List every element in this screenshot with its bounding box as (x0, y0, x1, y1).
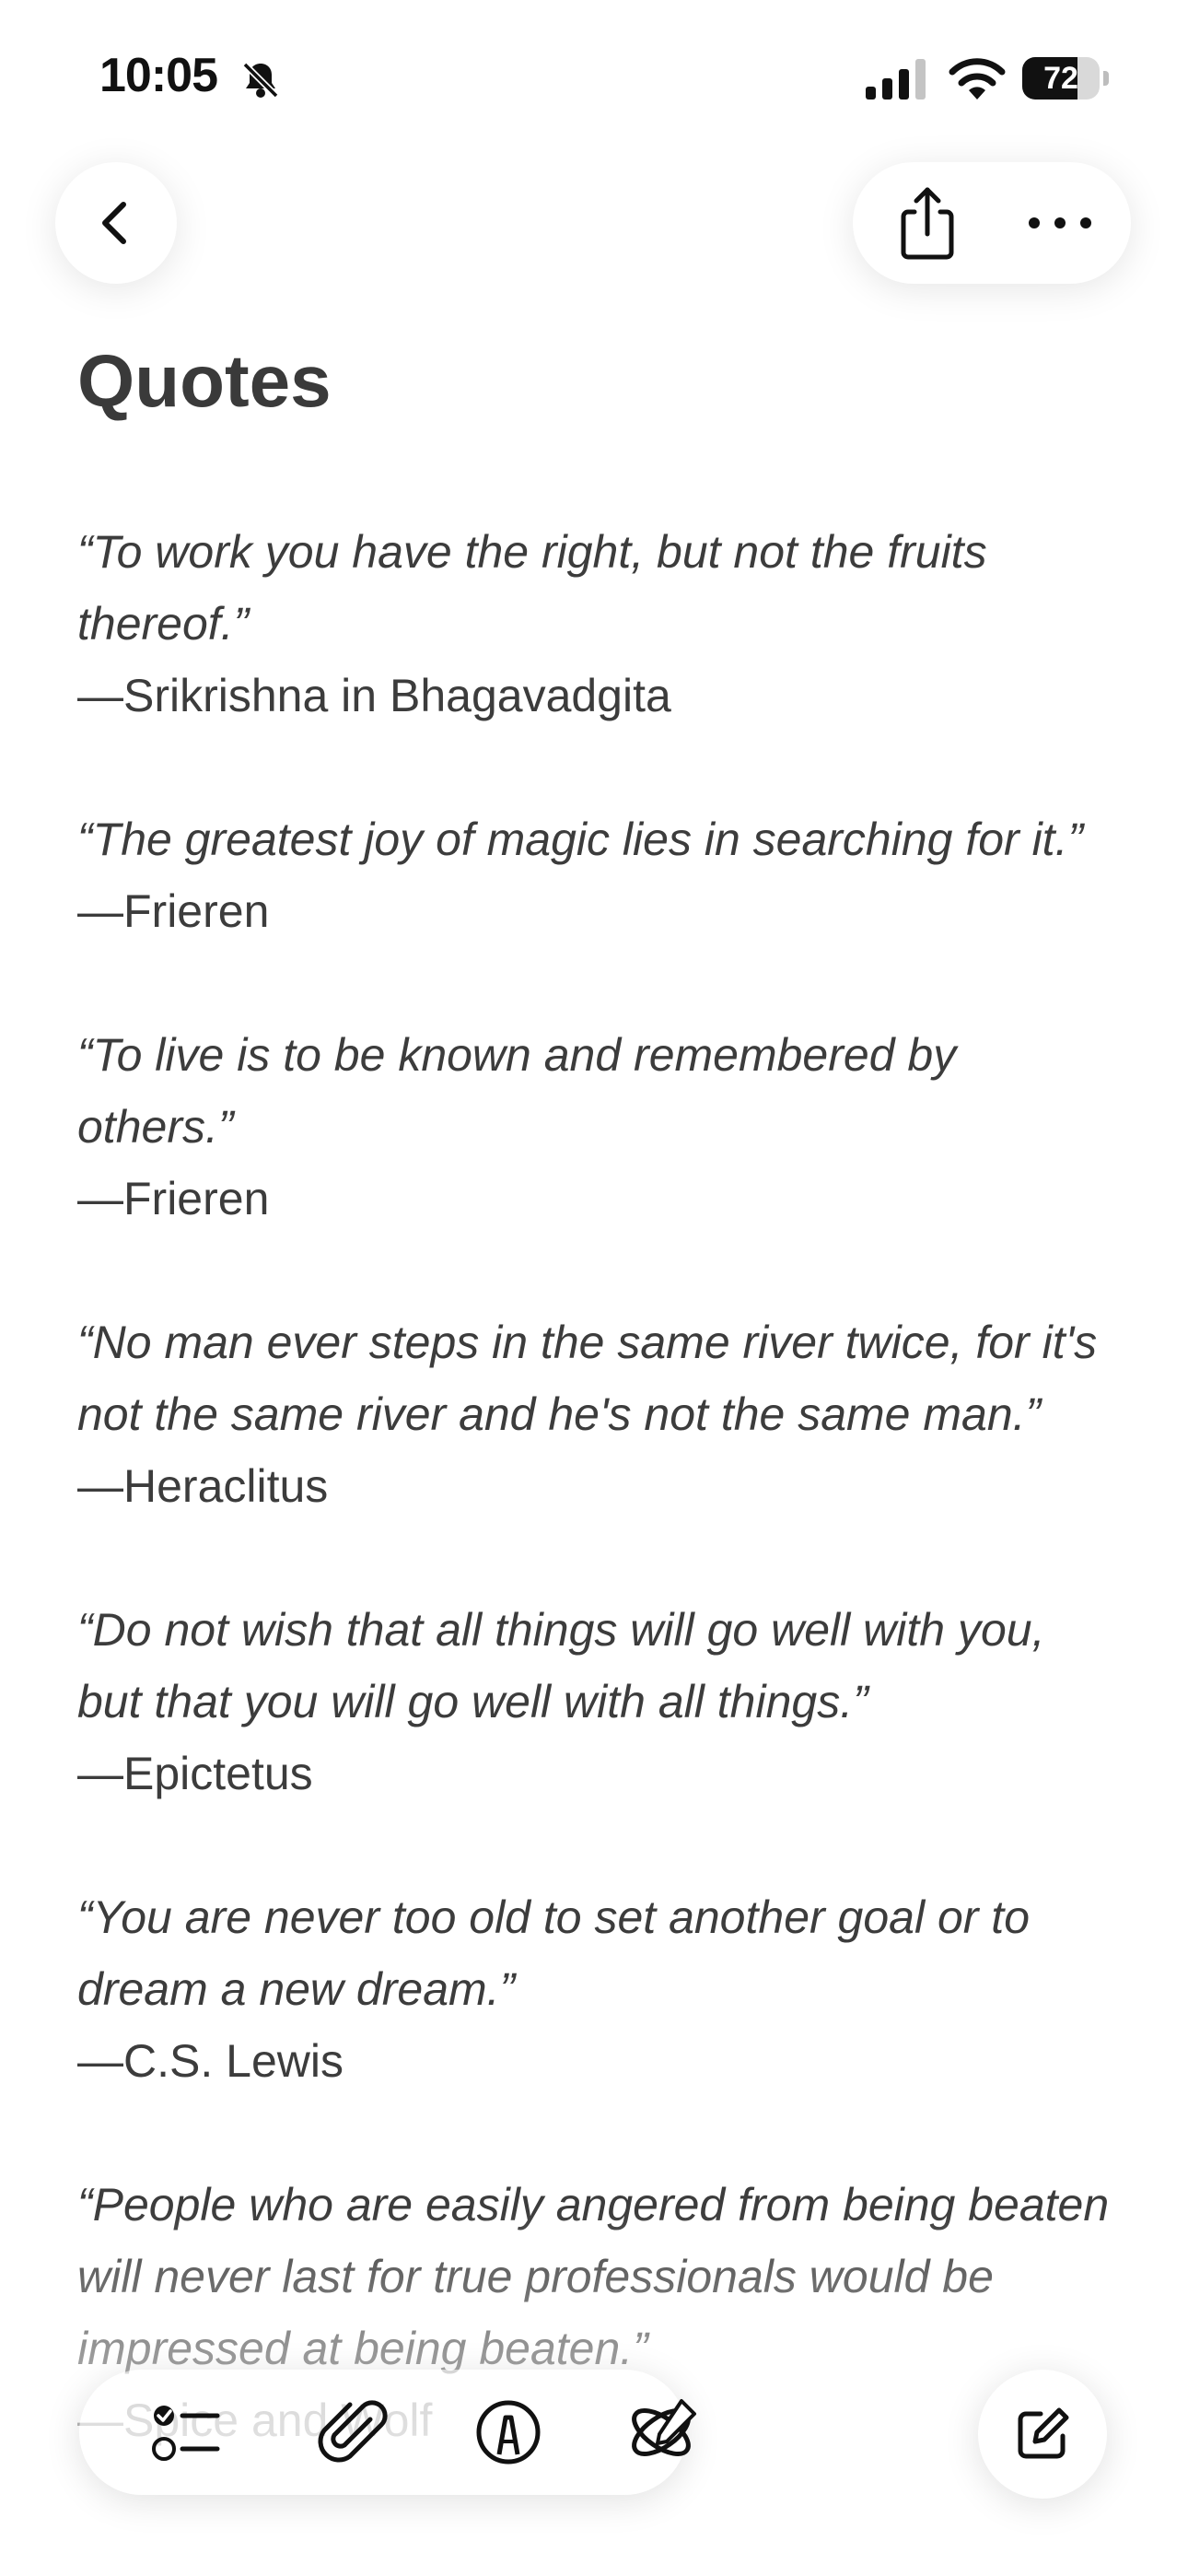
quote-item[interactable]: “To work you have the right, but not the… (77, 516, 1118, 732)
writing-tools-button[interactable] (617, 2388, 705, 2476)
battery-icon: 72 (1022, 57, 1109, 100)
quote-item[interactable]: “Do not wish that all things will go wel… (77, 1594, 1118, 1809)
compose-button[interactable] (978, 2370, 1107, 2499)
cellular-signal-icon (866, 59, 926, 100)
status-bar: 10:05 72 (0, 0, 1188, 157)
quote-item[interactable]: “The greatest joy of magic lies in searc… (77, 803, 1118, 947)
quote-text: “No man ever steps in the same river twi… (77, 1317, 1098, 1440)
quote-text: “The greatest joy of magic lies in searc… (77, 814, 1084, 865)
chevron-left-icon (102, 202, 126, 244)
share-button[interactable] (886, 181, 969, 265)
paperclip-icon (318, 2400, 388, 2463)
quote-item[interactable]: “You are never too old to set another go… (77, 1881, 1118, 2097)
battery-body: 72 (1022, 57, 1100, 100)
attachment-button[interactable] (309, 2388, 398, 2476)
quote-text: “To live is to be known and remembered b… (77, 1029, 957, 1153)
quote-text: “You are never too old to set another go… (77, 1891, 1031, 2015)
note-actions (853, 162, 1131, 284)
checklist-button[interactable] (142, 2388, 230, 2476)
battery-cap (1103, 71, 1109, 86)
quote-item[interactable]: “To live is to be known and remembered b… (77, 1019, 1118, 1235)
note-title[interactable]: Quotes (77, 335, 332, 427)
share-icon (901, 187, 954, 260)
quote-item[interactable]: “No man ever steps in the same river twi… (77, 1306, 1118, 1522)
quote-text: “Do not wish that all things will go wel… (77, 1604, 1045, 1727)
battery-level: 72 (1043, 61, 1078, 96)
status-time: 10:05 (99, 49, 218, 102)
checklist-icon (152, 2406, 220, 2461)
note-body[interactable]: “To work you have the right, but not the… (77, 516, 1118, 2528)
quote-text: “To work you have the right, but not the… (77, 526, 987, 650)
quote-author: —Epictetus (77, 1748, 313, 1799)
more-button[interactable] (1019, 181, 1101, 265)
quote-author: —Heraclitus (77, 1460, 329, 1512)
compose-icon (1018, 2407, 1069, 2459)
quote-text: “People who are easily angered from bein… (77, 2179, 1110, 2374)
markup-pen-icon (476, 2400, 541, 2465)
quote-author: —Frieren (77, 885, 270, 937)
formatting-toolbar (79, 2370, 696, 2495)
wifi-icon (949, 58, 1006, 100)
bell-slash-icon (242, 62, 279, 99)
back-button[interactable] (55, 162, 177, 284)
writing-tools-icon (632, 2399, 696, 2456)
quote-author: —Frieren (77, 1173, 270, 1224)
ellipsis-icon (1029, 217, 1091, 228)
markup-button[interactable] (464, 2388, 553, 2476)
quote-author: —C.S. Lewis (77, 2035, 344, 2087)
quote-author: —Srikrishna in Bhagavadgita (77, 670, 671, 721)
